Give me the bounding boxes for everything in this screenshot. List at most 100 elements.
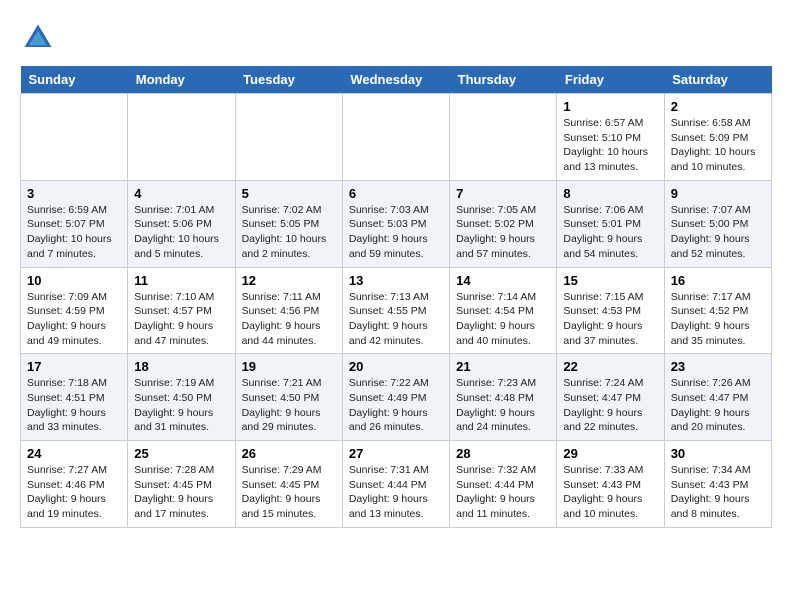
day-number: 4 (134, 186, 228, 201)
day-number: 30 (671, 446, 765, 461)
weekday-header: Thursday (450, 66, 557, 94)
day-number: 21 (456, 359, 550, 374)
calendar-cell: 12 Sunrise: 7:11 AM Sunset: 4:56 PM Dayli… (235, 267, 342, 354)
calendar-cell: 18 Sunrise: 7:19 AM Sunset: 4:50 PM Dayli… (128, 354, 235, 441)
day-number: 12 (242, 273, 336, 288)
day-number: 23 (671, 359, 765, 374)
calendar-cell: 29 Sunrise: 7:33 AM Sunset: 4:43 PM Dayli… (557, 441, 664, 528)
calendar-cell: 30 Sunrise: 7:34 AM Sunset: 4:43 PM Dayli… (664, 441, 771, 528)
weekday-header: Tuesday (235, 66, 342, 94)
day-number: 15 (563, 273, 657, 288)
calendar-cell: 11 Sunrise: 7:10 AM Sunset: 4:57 PM Dayli… (128, 267, 235, 354)
calendar-cell: 17 Sunrise: 7:18 AM Sunset: 4:51 PM Dayli… (21, 354, 128, 441)
calendar-cell: 4 Sunrise: 7:01 AM Sunset: 5:06 PM Daylig… (128, 180, 235, 267)
day-number: 11 (134, 273, 228, 288)
day-info: Sunrise: 7:29 AM Sunset: 4:45 PM Dayligh… (242, 463, 336, 522)
weekday-header: Monday (128, 66, 235, 94)
calendar-cell (235, 94, 342, 181)
calendar-cell: 2 Sunrise: 6:58 AM Sunset: 5:09 PM Daylig… (664, 94, 771, 181)
day-number: 28 (456, 446, 550, 461)
calendar-cell: 19 Sunrise: 7:21 AM Sunset: 4:50 PM Dayli… (235, 354, 342, 441)
day-number: 13 (349, 273, 443, 288)
day-info: Sunrise: 7:18 AM Sunset: 4:51 PM Dayligh… (27, 376, 121, 435)
day-info: Sunrise: 7:17 AM Sunset: 4:52 PM Dayligh… (671, 290, 765, 349)
day-number: 6 (349, 186, 443, 201)
day-number: 5 (242, 186, 336, 201)
day-number: 17 (27, 359, 121, 374)
day-info: Sunrise: 7:28 AM Sunset: 4:45 PM Dayligh… (134, 463, 228, 522)
calendar-cell: 24 Sunrise: 7:27 AM Sunset: 4:46 PM Dayli… (21, 441, 128, 528)
calendar-cell (21, 94, 128, 181)
day-number: 19 (242, 359, 336, 374)
weekday-header: Saturday (664, 66, 771, 94)
weekday-header: Friday (557, 66, 664, 94)
calendar-week-row: 3Sunrise: 6:59 AM Sunset: 5:07 PM Daylig… (21, 180, 772, 267)
day-number: 27 (349, 446, 443, 461)
calendar-cell (450, 94, 557, 181)
day-number: 2 (671, 99, 765, 114)
day-info: Sunrise: 7:13 AM Sunset: 4:55 PM Dayligh… (349, 290, 443, 349)
page-header (20, 20, 772, 56)
day-number: 29 (563, 446, 657, 461)
day-info: Sunrise: 7:10 AM Sunset: 4:57 PM Dayligh… (134, 290, 228, 349)
day-info: Sunrise: 6:58 AM Sunset: 5:09 PM Dayligh… (671, 116, 765, 175)
calendar-cell: 25Sunrise: 7:28 AM Sunset: 4:45 PM Dayli… (128, 441, 235, 528)
day-info: Sunrise: 6:57 AM Sunset: 5:10 PM Dayligh… (563, 116, 657, 175)
day-info: Sunrise: 7:22 AM Sunset: 4:49 PM Dayligh… (349, 376, 443, 435)
day-number: 14 (456, 273, 550, 288)
calendar-cell: 14 Sunrise: 7:14 AM Sunset: 4:54 PM Dayli… (450, 267, 557, 354)
day-number: 8 (563, 186, 657, 201)
day-info: Sunrise: 7:06 AM Sunset: 5:01 PM Dayligh… (563, 203, 657, 262)
day-info: Sunrise: 7:21 AM Sunset: 4:50 PM Dayligh… (242, 376, 336, 435)
calendar-cell: 26 Sunrise: 7:29 AM Sunset: 4:45 PM Dayli… (235, 441, 342, 528)
calendar-cell: 21 Sunrise: 7:23 AM Sunset: 4:48 PM Dayli… (450, 354, 557, 441)
calendar-cell: 27 Sunrise: 7:31 AM Sunset: 4:44 PM Dayli… (342, 441, 449, 528)
day-info: Sunrise: 7:33 AM Sunset: 4:43 PM Dayligh… (563, 463, 657, 522)
day-info: Sunrise: 7:15 AM Sunset: 4:53 PM Dayligh… (563, 290, 657, 349)
calendar-cell: 23 Sunrise: 7:26 AM Sunset: 4:47 PM Dayli… (664, 354, 771, 441)
calendar-week-row: 24 Sunrise: 7:27 AM Sunset: 4:46 PM Dayli… (21, 441, 772, 528)
day-number: 26 (242, 446, 336, 461)
day-number: 7 (456, 186, 550, 201)
calendar-cell: 1 Sunrise: 6:57 AM Sunset: 5:10 PM Daylig… (557, 94, 664, 181)
day-number: 24 (27, 446, 121, 461)
weekday-header: Sunday (21, 66, 128, 94)
calendar-cell: 8 Sunrise: 7:06 AM Sunset: 5:01 PM Daylig… (557, 180, 664, 267)
day-info: Sunrise: 6:59 AM Sunset: 5:07 PM Dayligh… (27, 203, 121, 262)
calendar-cell: 6 Sunrise: 7:03 AM Sunset: 5:03 PM Daylig… (342, 180, 449, 267)
day-number: 9 (671, 186, 765, 201)
day-info: Sunrise: 7:07 AM Sunset: 5:00 PM Dayligh… (671, 203, 765, 262)
day-number: 1 (563, 99, 657, 114)
calendar-cell: 22 Sunrise: 7:24 AM Sunset: 4:47 PM Dayli… (557, 354, 664, 441)
calendar-cell: 28Sunrise: 7:32 AM Sunset: 4:44 PM Dayli… (450, 441, 557, 528)
weekday-header: Wednesday (342, 66, 449, 94)
calendar-cell: 7 Sunrise: 7:05 AM Sunset: 5:02 PM Daylig… (450, 180, 557, 267)
day-info: Sunrise: 7:34 AM Sunset: 4:43 PM Dayligh… (671, 463, 765, 522)
calendar-cell: 16 Sunrise: 7:17 AM Sunset: 4:52 PM Dayli… (664, 267, 771, 354)
day-info: Sunrise: 7:26 AM Sunset: 4:47 PM Dayligh… (671, 376, 765, 435)
day-number: 16 (671, 273, 765, 288)
day-info: Sunrise: 7:01 AM Sunset: 5:06 PM Dayligh… (134, 203, 228, 262)
logo (20, 20, 62, 56)
day-number: 22 (563, 359, 657, 374)
day-info: Sunrise: 7:09 AM Sunset: 4:59 PM Dayligh… (27, 290, 121, 349)
calendar-cell: 20Sunrise: 7:22 AM Sunset: 4:49 PM Dayli… (342, 354, 449, 441)
day-info: Sunrise: 7:03 AM Sunset: 5:03 PM Dayligh… (349, 203, 443, 262)
day-info: Sunrise: 7:02 AM Sunset: 5:05 PM Dayligh… (242, 203, 336, 262)
day-number: 18 (134, 359, 228, 374)
logo-icon (20, 20, 56, 56)
day-info: Sunrise: 7:23 AM Sunset: 4:48 PM Dayligh… (456, 376, 550, 435)
day-number: 10 (27, 273, 121, 288)
day-info: Sunrise: 7:24 AM Sunset: 4:47 PM Dayligh… (563, 376, 657, 435)
day-info: Sunrise: 7:31 AM Sunset: 4:44 PM Dayligh… (349, 463, 443, 522)
calendar-week-row: 1 Sunrise: 6:57 AM Sunset: 5:10 PM Daylig… (21, 94, 772, 181)
calendar-cell: 9 Sunrise: 7:07 AM Sunset: 5:00 PM Daylig… (664, 180, 771, 267)
day-info: Sunrise: 7:14 AM Sunset: 4:54 PM Dayligh… (456, 290, 550, 349)
day-info: Sunrise: 7:19 AM Sunset: 4:50 PM Dayligh… (134, 376, 228, 435)
day-info: Sunrise: 7:27 AM Sunset: 4:46 PM Dayligh… (27, 463, 121, 522)
day-info: Sunrise: 7:05 AM Sunset: 5:02 PM Dayligh… (456, 203, 550, 262)
calendar-header-row: SundayMondayTuesdayWednesdayThursdayFrid… (21, 66, 772, 94)
calendar-cell: 10 Sunrise: 7:09 AM Sunset: 4:59 PM Dayli… (21, 267, 128, 354)
day-info: Sunrise: 7:11 AM Sunset: 4:56 PM Dayligh… (242, 290, 336, 349)
calendar-cell: 5 Sunrise: 7:02 AM Sunset: 5:05 PM Daylig… (235, 180, 342, 267)
